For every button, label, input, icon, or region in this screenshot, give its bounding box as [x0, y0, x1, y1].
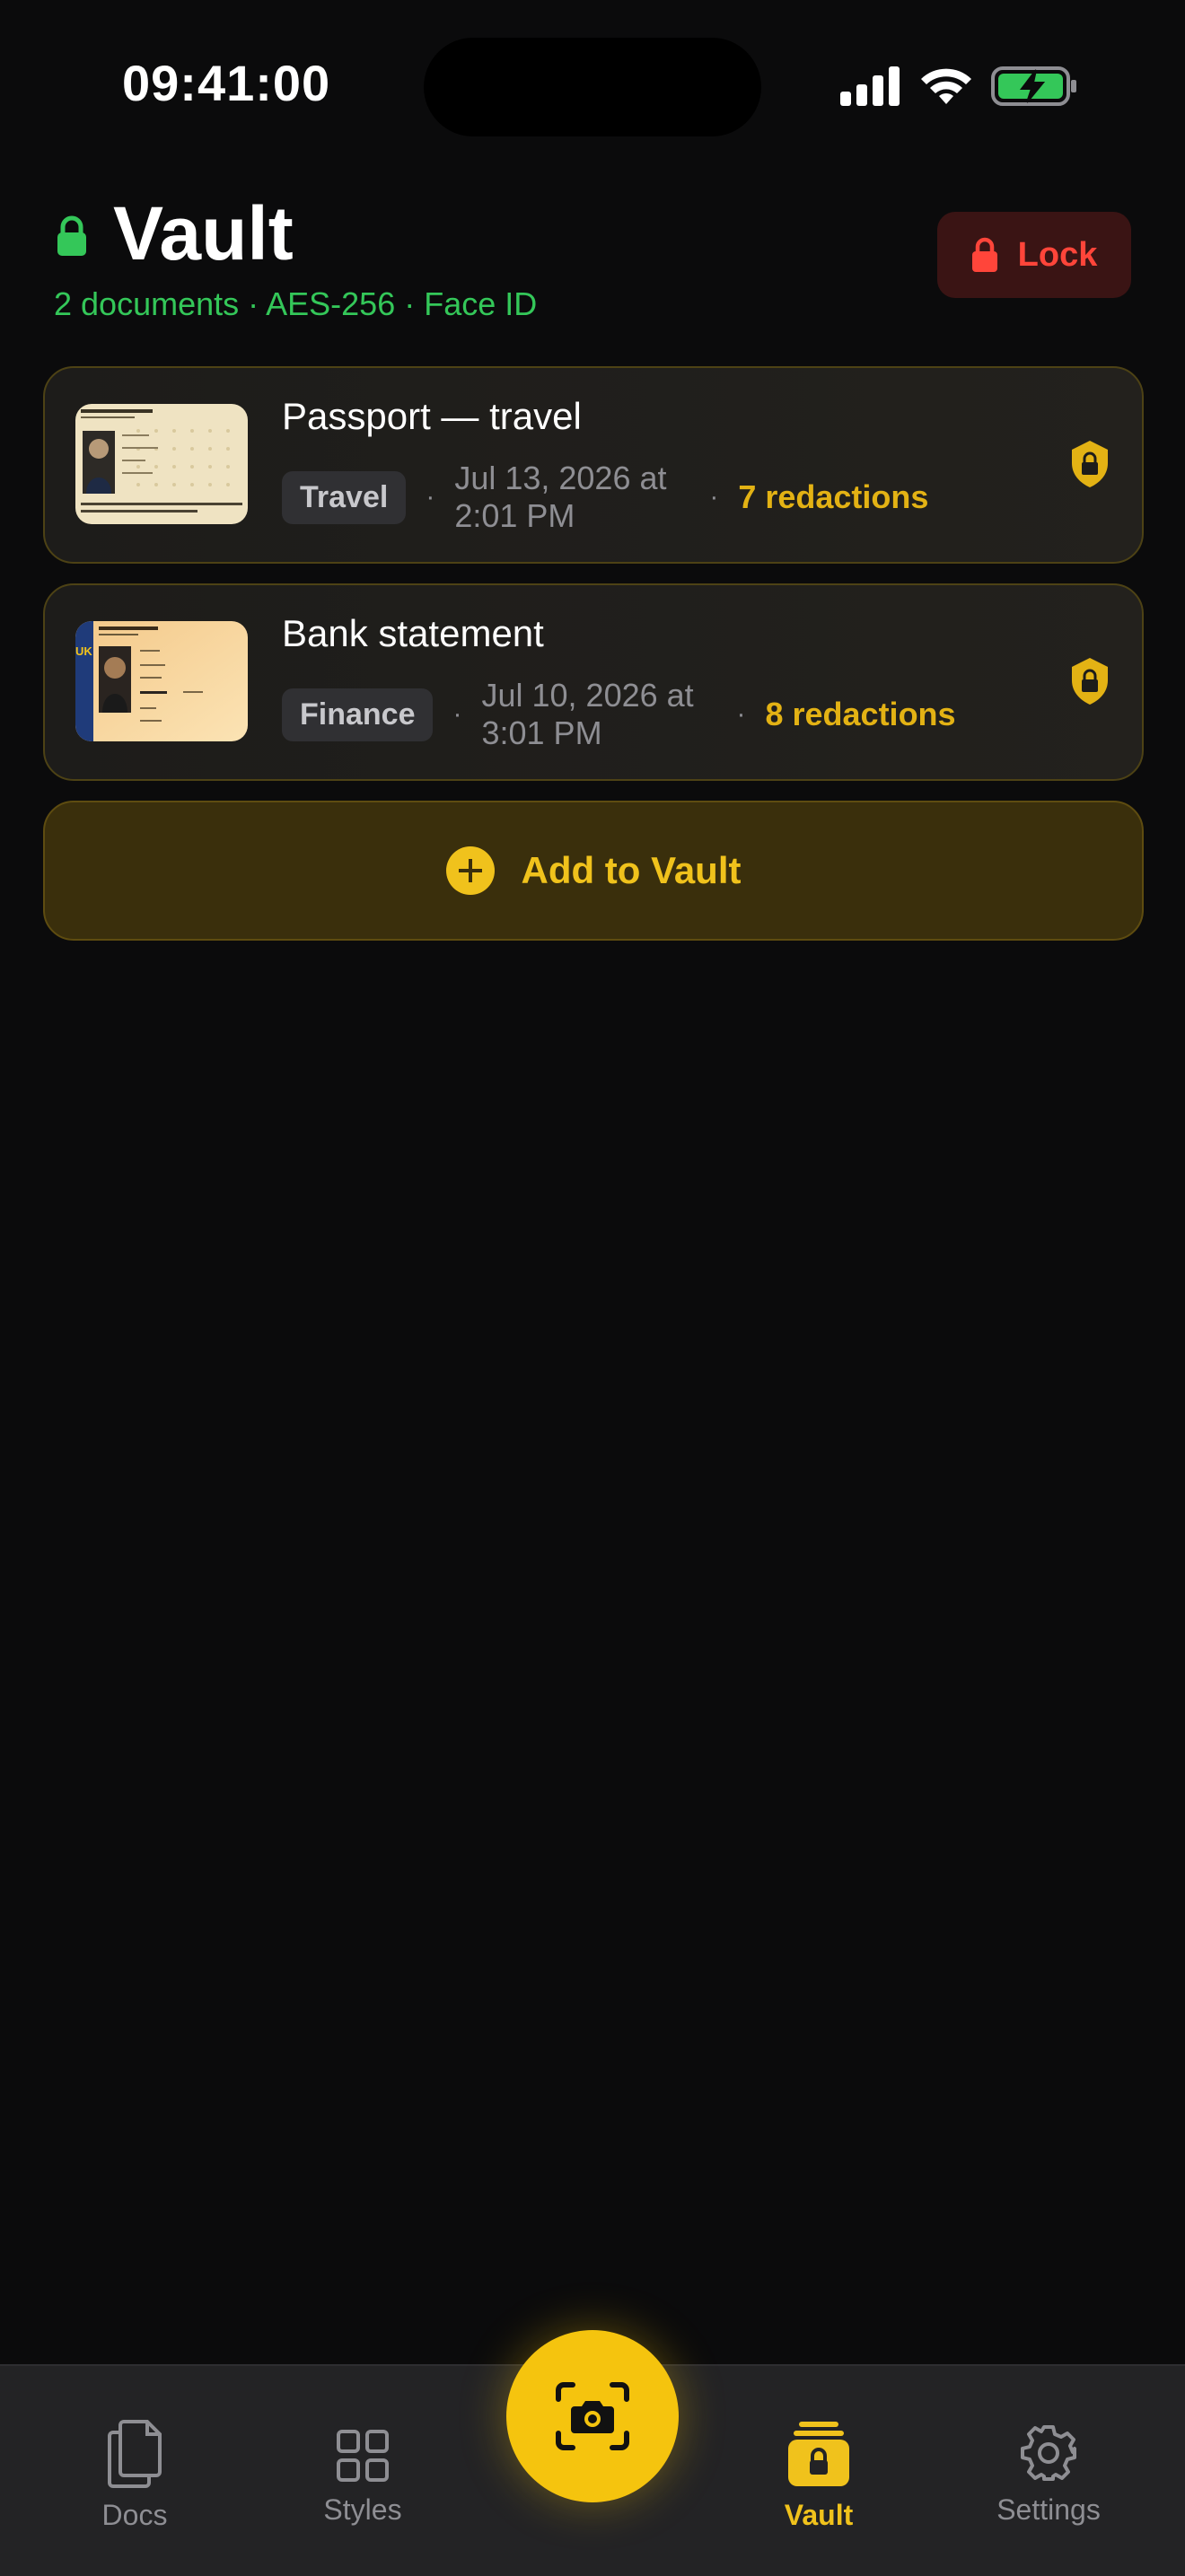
- lock-button-label: Lock: [1017, 235, 1098, 274]
- status-time: 09:41:00: [122, 55, 331, 111]
- grid-icon: [337, 2430, 389, 2482]
- vault-subtitle: 2 documents · AES-256 · Face ID: [54, 285, 538, 322]
- document-card[interactable]: UK Bank statement Finance · Jul 10, 2026…: [43, 583, 1144, 781]
- docs-icon: [108, 2420, 162, 2488]
- page-title: Vault: [113, 191, 294, 276]
- battery-charging-icon: [991, 66, 1076, 106]
- dynamic-island: [424, 38, 761, 136]
- separator-dot: ·: [426, 482, 435, 512]
- camera-scan-icon: [556, 2382, 629, 2450]
- shield-lock-icon: [1072, 658, 1108, 705]
- lock-icon: [57, 215, 86, 256]
- shield-lock-icon: [1072, 441, 1108, 487]
- lock-button[interactable]: Lock: [937, 212, 1131, 298]
- tab-vault[interactable]: Vault: [729, 2420, 908, 2532]
- driving-licence-thumbnail: UK: [75, 621, 248, 741]
- category-tag: Finance: [282, 688, 434, 741]
- gear-icon: [1021, 2425, 1076, 2481]
- tab-styles[interactable]: Styles: [273, 2429, 452, 2527]
- document-date: Jul 10, 2026 at 3:01 PM: [481, 677, 694, 751]
- document-title: Bank statement: [282, 612, 544, 654]
- tab-docs[interactable]: Docs: [45, 2420, 224, 2532]
- document-title: Passport — travel: [282, 395, 582, 437]
- document-card[interactable]: Passport — travel Travel · Jul 13, 2026 …: [43, 366, 1144, 564]
- cellular-signal-icon: [840, 66, 900, 106]
- document-date: Jul 13, 2026 at 2:01 PM: [454, 460, 667, 534]
- separator-dot: ·: [736, 699, 746, 729]
- svg-text:UK: UK: [75, 644, 92, 658]
- lock-icon: [971, 237, 997, 272]
- document-meta: Travel · Jul 13, 2026 at 2:01 PM · 7 red…: [282, 454, 928, 540]
- tab-settings-label: Settings: [996, 2493, 1101, 2526]
- document-meta: Finance · Jul 10, 2026 at 3:01 PM · 8 re…: [282, 671, 956, 758]
- passport-thumbnail: [75, 404, 248, 524]
- add-to-vault-button[interactable]: Add to Vault: [43, 801, 1144, 941]
- add-to-vault-label: Add to Vault: [521, 849, 742, 891]
- separator-dot: ·: [452, 699, 462, 729]
- tab-styles-label: Styles: [323, 2493, 402, 2526]
- tab-settings[interactable]: Settings: [959, 2423, 1138, 2527]
- scan-camera-button[interactable]: [506, 2330, 679, 2502]
- status-bar: 09:41:00: [0, 0, 1185, 153]
- wifi-icon: [921, 68, 971, 104]
- redaction-count: 7 redactions: [738, 478, 929, 515]
- tab-vault-label: Vault: [784, 2499, 854, 2531]
- vault-icon: [788, 2422, 849, 2486]
- category-tag: Travel: [282, 470, 407, 524]
- plus-circle-icon: [445, 846, 495, 895]
- separator-dot: ·: [709, 482, 719, 512]
- tab-docs-label: Docs: [101, 2499, 168, 2531]
- redaction-count: 8 redactions: [765, 696, 956, 732]
